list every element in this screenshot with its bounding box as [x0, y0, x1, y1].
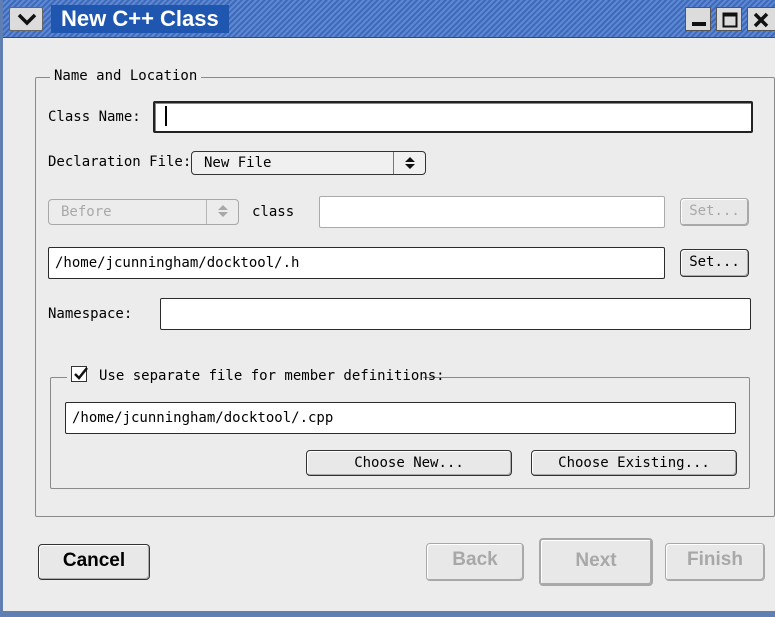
- declaration-file-label: Declaration File:: [48, 154, 192, 170]
- separate-file-label[interactable]: Use separate file for member definitions…: [99, 368, 445, 384]
- header-path-input[interactable]: /home/jcunningham/docktool/.h: [48, 247, 665, 279]
- member-definitions-legend: Use separate file for member definitions…: [67, 364, 445, 384]
- cancel-button[interactable]: Cancel: [38, 544, 150, 580]
- cpp-path-input[interactable]: /home/jcunningham/docktool/.cpp: [65, 402, 736, 434]
- separate-file-checkbox[interactable]: [71, 366, 88, 382]
- minimize-button[interactable]: [685, 7, 711, 31]
- declaration-file-select[interactable]: New File: [191, 151, 426, 175]
- choose-new-button[interactable]: Choose New...: [306, 450, 512, 476]
- close-icon: [753, 12, 769, 28]
- choose-existing-button[interactable]: Choose Existing...: [531, 450, 737, 476]
- next-button[interactable]: Next: [539, 538, 653, 586]
- namespace-label: Namespace:: [48, 306, 133, 322]
- name-location-legend: Name and Location: [50, 68, 202, 84]
- window-menu-button[interactable]: [9, 7, 43, 31]
- back-button[interactable]: Back: [426, 543, 524, 581]
- minimize-icon: [692, 22, 706, 26]
- set-class-button[interactable]: Set...: [680, 198, 749, 226]
- text-caret: [165, 106, 167, 126]
- select-arrows-icon: [393, 152, 425, 174]
- finish-button[interactable]: Finish: [665, 543, 765, 581]
- class-name-label: Class Name:: [48, 109, 141, 125]
- checkmark-icon: [74, 367, 88, 380]
- title-bar[interactable]: New C++ Class: [3, 0, 775, 38]
- close-button[interactable]: [747, 7, 775, 31]
- class-label: class: [252, 204, 295, 220]
- set-header-button[interactable]: Set...: [680, 249, 749, 277]
- position-select-value: Before: [61, 204, 112, 220]
- select-arrows-icon: [206, 200, 238, 224]
- class-ref-input[interactable]: [319, 196, 665, 228]
- namespace-input[interactable]: [160, 298, 751, 330]
- window-title: New C++ Class: [51, 5, 229, 33]
- class-name-input[interactable]: [153, 101, 753, 133]
- new-class-dialog: New C++ Class Name and Location Class Na…: [0, 0, 775, 617]
- chevron-down-icon: [17, 13, 37, 26]
- declaration-file-value: New File: [204, 155, 272, 171]
- maximize-button[interactable]: [716, 7, 742, 31]
- position-select[interactable]: Before: [48, 199, 239, 225]
- maximize-icon: [722, 12, 738, 28]
